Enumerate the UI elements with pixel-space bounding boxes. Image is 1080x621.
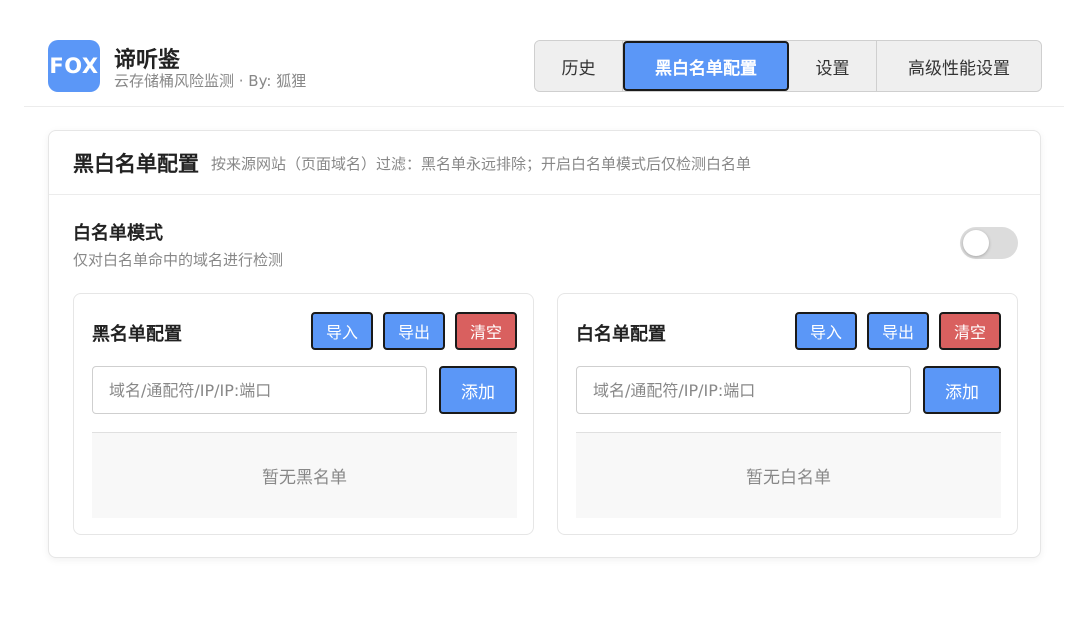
blacklist-import-button[interactable]: 导入 (311, 312, 373, 350)
app-subtitle: 云存储桶风险监测 · By: 狐狸 (114, 72, 307, 90)
list-config-card: 黑白名单配置 按来源网站（页面域名）过滤：黑名单永远排除；开启白名单模式后仅检测… (48, 130, 1041, 558)
blacklist-actions: 导入 导出 清空 (311, 312, 517, 350)
whitelist-input[interactable] (576, 366, 911, 414)
tab-settings[interactable]: 设置 (789, 41, 877, 91)
blacklist-empty-state: 暂无黑名单 (92, 432, 517, 518)
tab-blackwhite-list[interactable]: 黑白名单配置 (623, 41, 789, 91)
whitelist-input-row: 添加 (576, 366, 1001, 414)
toggle-knob (963, 230, 989, 256)
whitelist-mode-toggle[interactable] (960, 227, 1018, 259)
blacklist-clear-button[interactable]: 清空 (455, 312, 517, 350)
main-tabs: 历史 黑白名单配置 设置 高级性能设置 (534, 40, 1042, 92)
whitelist-export-button[interactable]: 导出 (867, 312, 929, 350)
fox-logo: FOX (48, 40, 100, 92)
blacklist-input-row: 添加 (92, 366, 517, 414)
blacklist-panel: 黑名单配置 导入 导出 清空 添加 暂无黑名单 (73, 293, 534, 535)
whitelist-mode-row: 白名单模式 仅对白名单命中的域名进行检测 (73, 219, 1018, 269)
whitelist-panel: 白名单配置 导入 导出 清空 添加 暂无白名单 (557, 293, 1018, 535)
app-header: FOX 谛听鉴 云存储桶风险监测 · By: 狐狸 历史 黑白名单配置 设置 高… (24, 0, 1064, 107)
blacklist-input[interactable] (92, 366, 427, 414)
whitelist-add-button[interactable]: 添加 (923, 366, 1001, 414)
tab-advanced-performance[interactable]: 高级性能设置 (877, 41, 1041, 91)
tab-history[interactable]: 历史 (535, 41, 623, 91)
card-description: 按来源网站（页面域名）过滤：黑名单永远排除；开启白名单模式后仅检测白名单 (211, 155, 752, 173)
blacklist-add-button[interactable]: 添加 (439, 366, 517, 414)
whitelist-import-button[interactable]: 导入 (795, 312, 857, 350)
app-root: FOX 谛听鉴 云存储桶风险监测 · By: 狐狸 历史 黑白名单配置 设置 高… (0, 0, 1080, 621)
blacklist-title: 黑名单配置 (92, 324, 182, 345)
whitelist-title: 白名单配置 (576, 324, 666, 345)
whitelist-clear-button[interactable]: 清空 (939, 312, 1001, 350)
whitelist-actions: 导入 导出 清空 (795, 312, 1001, 350)
blacklist-export-button[interactable]: 导出 (383, 312, 445, 350)
card-header: 黑白名单配置 按来源网站（页面域名）过滤：黑名单永远排除；开启白名单模式后仅检测… (49, 131, 1040, 195)
whitelist-mode-description: 仅对白名单命中的域名进行检测 (73, 251, 284, 269)
whitelist-mode-title: 白名单模式 (73, 223, 163, 244)
card-title: 黑白名单配置 (73, 151, 199, 176)
whitelist-empty-state: 暂无白名单 (576, 432, 1001, 518)
